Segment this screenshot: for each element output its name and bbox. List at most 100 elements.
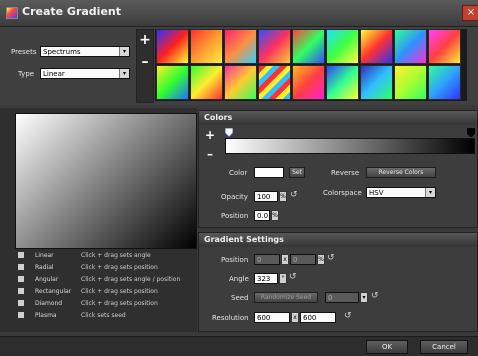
position-percent: % xyxy=(271,210,279,221)
type-label: Type xyxy=(18,70,35,78)
start-color-stop[interactable] xyxy=(225,128,233,137)
type-list-item[interactable]: Diamond Click + drag sets position xyxy=(15,298,195,309)
reverse-label: Reverse xyxy=(331,169,360,177)
preset-swatch[interactable] xyxy=(360,29,393,64)
type-description: Click + drag sets angle xyxy=(81,252,151,259)
resolution-height-input[interactable]: 600 xyxy=(300,312,336,323)
position-percent: % xyxy=(317,254,325,265)
preset-swatch[interactable] xyxy=(428,29,461,64)
type-description: Click + drag sets angle / position xyxy=(81,276,181,283)
gradient-type-icon xyxy=(18,252,24,258)
gs-position-label: Position xyxy=(221,256,249,264)
type-name: Plasma xyxy=(35,312,57,319)
end-color-stop[interactable] xyxy=(467,128,475,137)
gradient-type-icon xyxy=(18,276,24,282)
type-description: Click + drag sets position xyxy=(81,264,158,271)
position-y-input[interactable]: 0 xyxy=(290,254,316,265)
position-input[interactable]: 0.0 xyxy=(254,210,270,221)
window-title: Create Gradient xyxy=(22,5,121,18)
type-list-item[interactable]: Rectangular Click + drag sets position xyxy=(15,286,195,297)
type-dropdown-value: Linear xyxy=(43,70,65,78)
seed-input[interactable]: 0 xyxy=(325,292,359,303)
gradient-type-icon xyxy=(18,312,24,318)
reverse-colors-button[interactable]: Reverse Colors xyxy=(366,167,436,178)
preset-swatch[interactable] xyxy=(360,65,393,100)
type-name: Diamond xyxy=(35,300,63,307)
opacity-input[interactable]: 100 xyxy=(254,191,278,202)
preset-swatch[interactable] xyxy=(292,29,325,64)
resolution-label: Resolution xyxy=(212,314,249,322)
color-swatch[interactable] xyxy=(254,167,284,178)
colorspace-label: Colorspace xyxy=(323,189,362,197)
presets-label: Presets xyxy=(11,48,37,56)
preset-swatch[interactable] xyxy=(326,29,359,64)
type-dropdown[interactable]: Linear ▾ xyxy=(40,68,130,79)
remove-color-stop-button[interactable]: – xyxy=(203,147,217,161)
type-list-item[interactable]: Plasma Click sets seed xyxy=(15,310,195,321)
type-list-item[interactable]: Radial Click + drag sets position xyxy=(15,262,195,273)
position-x-input[interactable]: 0 xyxy=(254,254,280,265)
colorspace-dropdown[interactable]: HSV ▾ xyxy=(366,187,436,198)
colors-panel: Colors + – Color Set Reverse Reverse Col… xyxy=(198,110,478,228)
preset-swatch[interactable] xyxy=(190,29,223,64)
add-color-stop-button[interactable]: + xyxy=(203,128,217,142)
reset-icon[interactable]: ↺ xyxy=(371,291,379,301)
preset-swatch-grid xyxy=(155,29,467,101)
chevron-down-icon: ▾ xyxy=(119,69,129,78)
angle-degree: ° xyxy=(279,273,287,284)
preset-swatch[interactable] xyxy=(258,65,291,100)
gradient-type-icon xyxy=(18,288,24,294)
type-name: Radial xyxy=(35,264,54,271)
color-label: Color xyxy=(229,169,248,177)
opacity-label: Opacity xyxy=(221,193,248,201)
remove-preset-button[interactable]: – xyxy=(137,54,153,70)
type-name: Angular xyxy=(35,276,59,283)
reset-icon[interactable]: ↺ xyxy=(290,190,298,200)
chevron-down-icon: ▾ xyxy=(425,188,435,197)
gradient-settings-panel: Gradient Settings Position 0 x 0 % ↺ Ang… xyxy=(198,232,478,332)
cancel-button[interactable]: Cancel xyxy=(420,340,468,354)
seed-stepper[interactable]: ▾ xyxy=(360,292,368,303)
type-list-item[interactable]: Angular Click + drag sets angle / positio… xyxy=(15,274,195,285)
angle-label: Angle xyxy=(229,275,249,283)
ok-button[interactable]: OK xyxy=(366,340,408,354)
set-color-button[interactable]: Set xyxy=(289,167,305,178)
gradient-settings-header: Gradient Settings xyxy=(199,233,477,247)
angle-input[interactable]: 323 xyxy=(254,273,278,284)
preset-swatch[interactable] xyxy=(224,29,257,64)
preset-swatch[interactable] xyxy=(326,65,359,100)
preset-swatch[interactable] xyxy=(258,29,291,64)
reset-icon[interactable]: ↺ xyxy=(344,311,352,321)
gradient-type-icon xyxy=(18,300,24,306)
gradient-bar[interactable] xyxy=(225,138,475,154)
gradient-preview[interactable] xyxy=(15,113,197,249)
resolution-separator: x xyxy=(291,312,299,323)
seed-label: Seed xyxy=(231,294,249,302)
preset-swatch[interactable] xyxy=(190,65,223,100)
preset-swatch[interactable] xyxy=(156,65,189,100)
type-description: Click + drag sets position xyxy=(81,300,158,307)
preset-swatch[interactable] xyxy=(428,65,461,100)
preset-swatch[interactable] xyxy=(292,65,325,100)
randomize-seed-button[interactable]: Randomize Seed xyxy=(254,292,318,303)
reset-icon[interactable]: ↺ xyxy=(327,253,335,263)
preset-swatch[interactable] xyxy=(224,65,257,100)
type-name: Linear xyxy=(35,252,54,259)
colorspace-value: HSV xyxy=(369,189,384,197)
preset-swatch[interactable] xyxy=(156,29,189,64)
preset-swatch[interactable] xyxy=(394,65,427,100)
presets-dropdown-value: Spectrums xyxy=(43,48,81,56)
create-gradient-window: Create Gradient × Presets Spectrums ▾ Ty… xyxy=(0,0,478,356)
add-preset-button[interactable]: + xyxy=(137,32,153,48)
type-description: Click + drag sets position xyxy=(81,288,158,295)
presets-dropdown[interactable]: Spectrums ▾ xyxy=(40,46,130,57)
reset-icon[interactable]: ↺ xyxy=(289,272,297,282)
preset-swatch[interactable] xyxy=(394,29,427,64)
resolution-width-input[interactable]: 600 xyxy=(254,312,290,323)
type-list-item[interactable]: Linear Click + drag sets angle xyxy=(15,250,195,261)
close-button[interactable]: × xyxy=(462,5,478,21)
type-name: Rectangular xyxy=(35,288,72,295)
dialog-footer: OK Cancel xyxy=(0,336,478,356)
position-x-separator: x xyxy=(281,254,289,265)
chevron-down-icon: ▾ xyxy=(119,47,129,56)
